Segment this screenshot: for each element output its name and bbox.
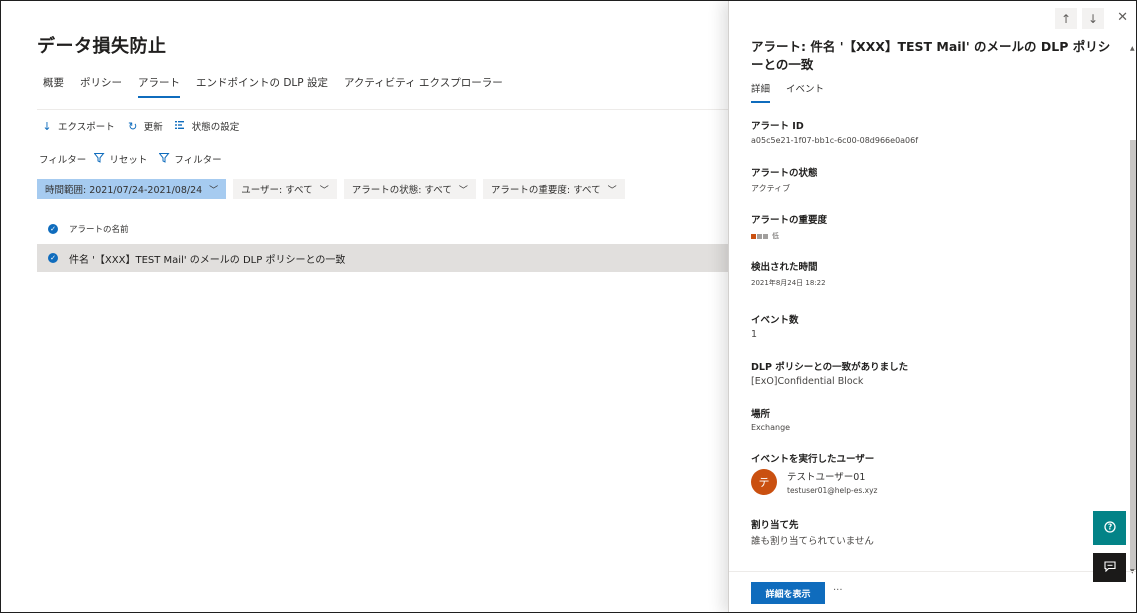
assigned-to-label: 割り当て先 (751, 520, 799, 531)
assigned-to-value: 誰も割り当てられていません (751, 536, 874, 547)
feedback-icon (1103, 560, 1116, 575)
close-panel-button[interactable]: ✕ (1117, 10, 1128, 25)
alert-detail-panel: ↑ ↓ ✕ アラート: 件名 '【XXX】TEST Mail' のメールの DL… (728, 1, 1136, 612)
panel-nav: ↑ ↓ (1050, 8, 1104, 29)
tab-endpoint-dlp-settings[interactable]: エンドポイントの DLP 設定 (196, 75, 328, 98)
tab-activity-explorer[interactable]: アクティビティ エクスプローラー (344, 75, 503, 98)
row-checkbox[interactable]: ✓ (48, 253, 58, 263)
toolbar: ↓ エクスポート ↻ 更新 状態の設定 (41, 119, 251, 134)
filter-pills: 時間範囲: 2021/07/24-2021/08/24 ﹀ ユーザー: すべて … (37, 179, 632, 199)
reset-filters-button[interactable]: リセット (93, 152, 148, 166)
arrow-down-icon: ↓ (1087, 11, 1099, 26)
column-header-alert-name[interactable]: アラートの名前 (69, 223, 129, 235)
tab-details[interactable]: 詳細 (751, 81, 771, 103)
help-icon: ? (1103, 520, 1116, 536)
tab-policies[interactable]: ポリシー (80, 75, 122, 98)
severity-bar (757, 233, 762, 239)
scroll-up-icon[interactable]: ▲ (1130, 45, 1135, 52)
event-count-value: 1 (751, 329, 758, 340)
refresh-label: 更新 (143, 122, 163, 133)
panel-scrollbar[interactable]: ▲ ▼ (1129, 45, 1136, 575)
tabs-divider (37, 109, 729, 110)
alert-severity-label: アラートの重要度 (751, 215, 828, 226)
view-details-button[interactable]: 詳細を表示 (751, 582, 825, 604)
list-header: ✓ アラートの名前 (37, 219, 729, 239)
filter-alert-status[interactable]: アラートの状態: すべて ﹀ (343, 179, 476, 199)
policy-match-label: DLP ポリシーとの一致がありました (751, 362, 909, 373)
alert-status-value: アクティブ (751, 184, 791, 193)
panel-title: アラート: 件名 '【XXX】TEST Mail' のメールの DLP ポリシー… (751, 39, 1111, 72)
policy-match-value: [ExO]Confidential Block (751, 376, 864, 387)
pill-label: アラートの状態: すべて (351, 185, 452, 196)
page-title: データ損失防止 (37, 36, 167, 57)
close-icon: ✕ (1117, 10, 1128, 25)
reset-label: リセット (109, 155, 148, 166)
pill-label: 時間範囲: 2021/07/24-2021/08/24 (45, 185, 203, 196)
refresh-button[interactable]: ↻ 更新 (127, 119, 163, 134)
chevron-down-icon: ﹀ (458, 185, 468, 196)
alert-status-label: アラートの状態 (751, 168, 818, 179)
status-settings-label: 状態の設定 (191, 122, 240, 133)
detected-time-value: 2021年8月24日 18:22 (751, 279, 826, 287)
filter-alert-severity[interactable]: アラートの重要度: すべて ﹀ (482, 179, 625, 199)
avatar: テ (751, 469, 777, 495)
user-info: テストユーザー01 testuser01@help-es.xyz (787, 469, 877, 495)
help-button[interactable]: ? (1093, 511, 1126, 545)
filter-button[interactable]: フィルター (158, 152, 222, 166)
list-settings-icon (175, 120, 187, 133)
download-icon: ↓ (42, 119, 52, 133)
scrollbar-thumb[interactable] (1130, 140, 1136, 570)
tab-alerts[interactable]: アラート (138, 75, 180, 98)
detected-time-label: 検出された時間 (751, 262, 818, 273)
table-row[interactable]: ✓ 件名 '【XXX】TEST Mail' のメールの DLP ポリシーとの一致 (37, 244, 729, 272)
user-email: testuser01@help-es.xyz (787, 486, 878, 495)
refresh-icon: ↻ (128, 119, 138, 133)
status-settings-button[interactable]: 状態の設定 (175, 119, 240, 133)
app-window: データ損失防止 概要 ポリシー アラート エンドポイントの DLP 設定 アクテ… (0, 0, 1137, 613)
tab-overview[interactable]: 概要 (43, 75, 64, 98)
event-user-label: イベントを実行したユーザー (751, 454, 875, 465)
pill-label: ユーザー: すべて (241, 185, 313, 196)
severity-indicator: 低 (751, 231, 779, 241)
alert-name-cell: 件名 '【XXX】TEST Mail' のメールの DLP ポリシーとの一致 (69, 254, 346, 266)
severity-bar (763, 233, 768, 239)
filter-bar: フィルター リセット フィルター (39, 152, 234, 166)
chevron-down-icon: ﹀ (209, 185, 219, 196)
select-all-checkbox[interactable]: ✓ (48, 224, 58, 234)
tab-events[interactable]: イベント (786, 81, 824, 103)
footer-divider (729, 571, 1136, 572)
feedback-button[interactable] (1093, 553, 1126, 582)
next-item-button[interactable]: ↓ (1082, 8, 1104, 29)
alert-id-label: アラート ID (751, 121, 804, 132)
main-tabs: 概要 ポリシー アラート エンドポイントの DLP 設定 アクティビティ エクス… (43, 75, 519, 98)
alert-id-value: a05c5e21-1f07-bb1c-6c00-08d966e0a06f (751, 136, 919, 145)
severity-bar (751, 233, 756, 239)
severity-text: 低 (772, 232, 779, 240)
export-label: エクスポート (58, 122, 115, 133)
panel-tabs: 詳細 イベント (751, 81, 840, 103)
chevron-down-icon: ﹀ (319, 185, 329, 196)
filter-user[interactable]: ユーザー: すべて ﹀ (233, 179, 337, 199)
location-value: Exchange (751, 423, 791, 432)
filter-bar-label: フィルター (39, 155, 87, 166)
chevron-down-icon: ﹀ (607, 185, 617, 196)
funnel-reset-icon (93, 152, 105, 166)
pill-label: アラートの重要度: すべて (490, 185, 601, 196)
location-label: 場所 (751, 409, 771, 420)
arrow-up-icon: ↑ (1060, 11, 1072, 26)
funnel-icon (158, 152, 170, 166)
user-name: テストユーザー01 (787, 472, 866, 483)
export-button[interactable]: ↓ エクスポート (41, 119, 115, 134)
more-options-button[interactable]: ··· (833, 585, 843, 596)
filter-label: フィルター (174, 155, 222, 166)
previous-item-button[interactable]: ↑ (1055, 8, 1077, 29)
event-user[interactable]: テ テストユーザー01 testuser01@help-es.xyz (751, 469, 877, 495)
filter-time-range[interactable]: 時間範囲: 2021/07/24-2021/08/24 ﹀ (37, 179, 227, 199)
event-count-label: イベント数 (751, 315, 799, 326)
svg-text:?: ? (1107, 522, 1111, 531)
